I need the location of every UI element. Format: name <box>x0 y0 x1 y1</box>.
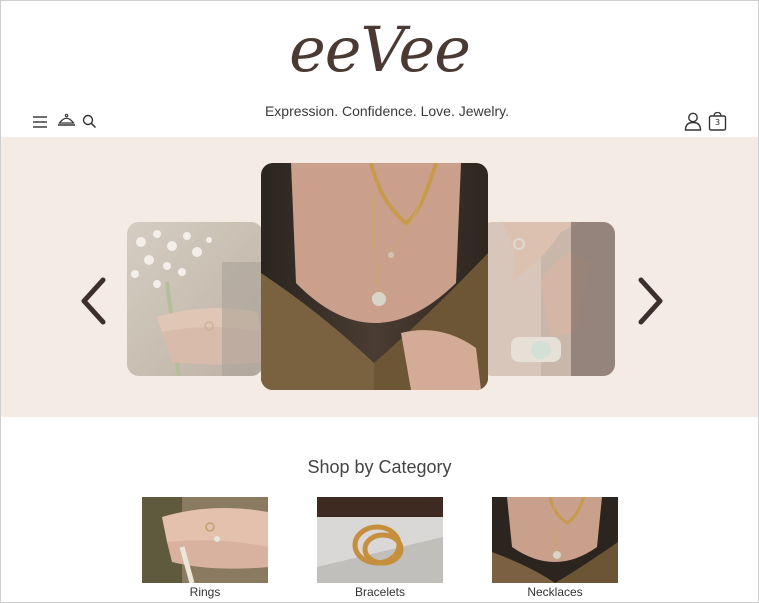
menu-icon[interactable] <box>32 114 48 133</box>
category-bracelets-image[interactable] <box>317 497 443 583</box>
category-rings[interactable]: Rings <box>142 497 268 599</box>
category-necklaces-image[interactable] <box>492 497 618 583</box>
category-necklaces-label[interactable]: Necklaces <box>492 585 618 599</box>
chevron-left-icon[interactable] <box>79 277 109 329</box>
search-icon[interactable] <box>82 114 97 133</box>
account-icon[interactable] <box>684 112 702 135</box>
carousel-slide-center[interactable] <box>261 163 488 390</box>
category-rings-label[interactable]: Rings <box>142 585 268 599</box>
cloche-icon[interactable] <box>57 113 76 132</box>
cart-count-badge: 3 <box>714 118 721 127</box>
carousel-slide-right[interactable] <box>481 222 615 376</box>
brand-tagline: Expression. Confidence. Love. Jewelry. <box>264 103 510 119</box>
category-bracelets[interactable]: Bracelets <box>317 497 443 599</box>
page-frame: eeVee Expression. Confidence. Love. Jewe… <box>0 0 759 603</box>
section-title-categories: Shop by Category <box>307 457 452 477</box>
cart-icon[interactable]: 3 <box>708 111 727 131</box>
chevron-right-icon[interactable] <box>635 277 665 329</box>
hero-carousel <box>1 137 758 417</box>
carousel-slide-left[interactable] <box>127 222 263 376</box>
category-rings-image[interactable] <box>142 497 268 583</box>
category-bracelets-label[interactable]: Bracelets <box>317 585 443 599</box>
brand-logo[interactable]: eeVee <box>1 7 758 93</box>
category-necklaces[interactable]: Necklaces <box>492 497 618 599</box>
